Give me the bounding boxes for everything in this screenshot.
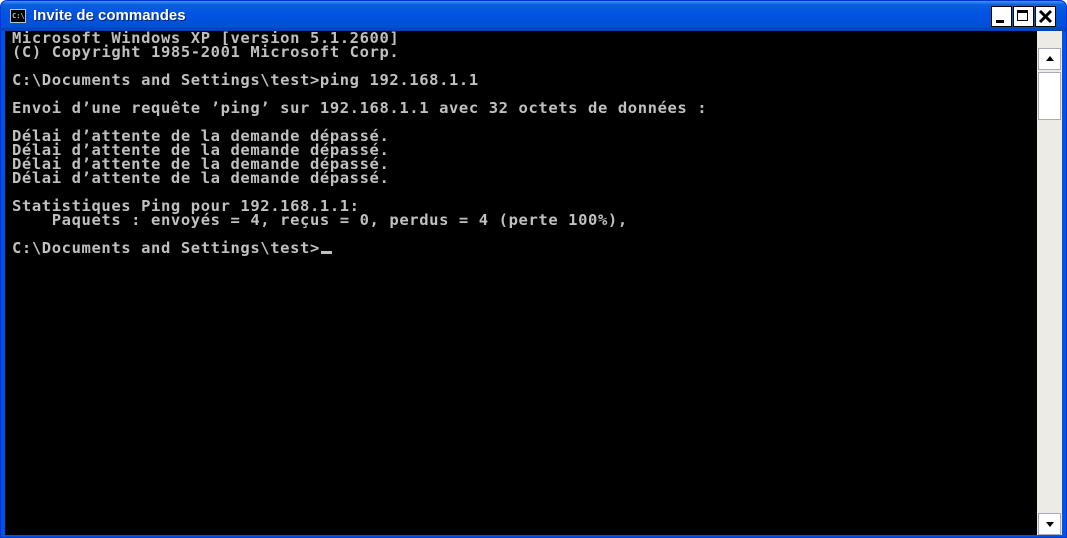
minimize-button[interactable] [991,6,1012,27]
window-title: Invite de commandes [33,7,186,24]
scrollbar-thumb[interactable] [1038,72,1061,120]
console-line: C:\Documents and Settings\test>ping 192.… [12,71,479,89]
close-button[interactable] [1035,6,1056,27]
console-app-icon[interactable]: C:\ [10,9,26,23]
arrow-up-icon [1046,56,1054,61]
console-output[interactable]: Microsoft Windows XP [version 5.1.2600](… [5,31,1037,535]
vertical-scrollbar[interactable] [1037,31,1062,535]
scroll-down-button[interactable] [1038,513,1061,535]
console-line: Envoi d’une requête ’ping’ sur 192.168.1… [12,99,708,117]
console-line: (C) Copyright 1985-2001 Microsoft Corp. [12,43,400,61]
close-icon [1038,9,1053,24]
text-cursor [320,251,332,254]
prompt-text: C:\Documents and Settings\test> [12,239,320,257]
title-bar[interactable]: C:\ Invite de commandes [1,1,1066,31]
maximize-button[interactable] [1013,6,1034,27]
console-line: Délai d’attente de la demande dépassé. [12,169,390,187]
arrow-down-icon [1046,522,1054,527]
console-client-area: Microsoft Windows XP [version 5.1.2600](… [5,31,1062,535]
console-line: Paquets : envoyés = 4, reçus = 0, perdus… [12,211,628,229]
command-prompt-window: C:\ Invite de commandes Microsoft Window… [0,0,1067,538]
console-line: C:\Documents and Settings\test> [12,239,1037,257]
scroll-up-button[interactable] [1038,48,1061,70]
